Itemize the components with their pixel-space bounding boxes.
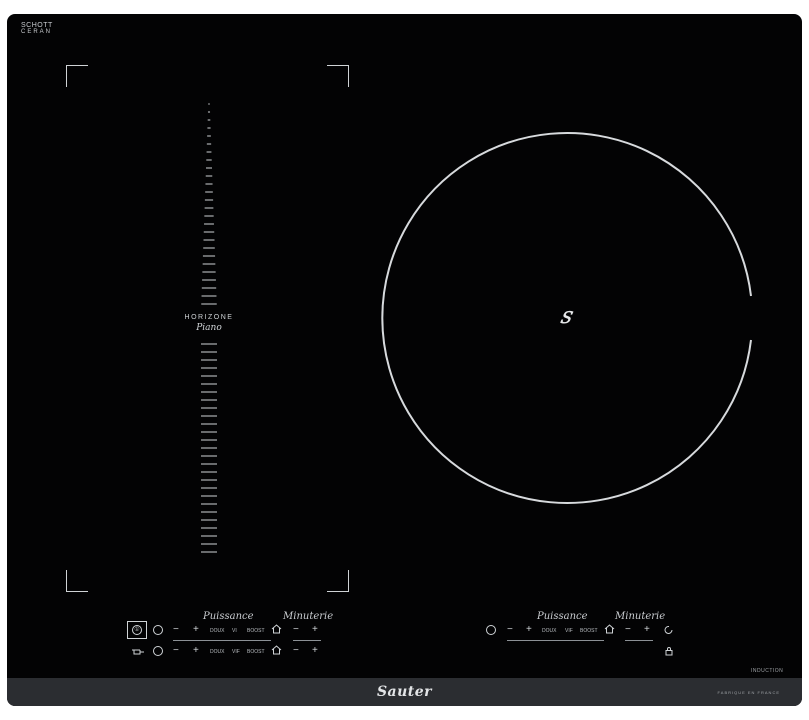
- left-row1-timer-bar: [293, 640, 321, 641]
- right-power-bar: [507, 640, 604, 641]
- refresh-icon[interactable]: [664, 625, 674, 635]
- zone-1-power-button[interactable]: [153, 625, 163, 635]
- left-row2-vif-button[interactable]: VIF: [232, 649, 240, 655]
- left-row2-minus-button[interactable]: −: [173, 646, 179, 656]
- left-puissance-title: Puissance: [203, 611, 254, 622]
- right-timer-bar: [625, 640, 653, 641]
- right-plus-button[interactable]: +: [526, 625, 532, 635]
- left-row2-boost-button[interactable]: BOOST: [247, 649, 265, 655]
- horizone-script: Piano: [196, 323, 222, 333]
- zone-select-frame-icon[interactable]: ①: [127, 621, 147, 639]
- keep-warm-icon-2[interactable]: [271, 645, 282, 655]
- left-row1-doux-button[interactable]: DOUX: [210, 628, 224, 634]
- left-row1-timer-minus-button[interactable]: −: [293, 625, 299, 635]
- lock-icon[interactable]: [665, 646, 674, 656]
- sauter-logo: Sauter: [376, 684, 433, 700]
- left-row1-power-bar: [173, 640, 271, 641]
- made-in-france-label: FABRIQUE EN FRANCE: [717, 690, 780, 695]
- right-doux-button[interactable]: DOUX: [542, 628, 556, 634]
- keep-warm-icon-3[interactable]: [604, 624, 615, 634]
- induction-label: INDUCTION: [751, 668, 784, 674]
- left-row2-timer-plus-button[interactable]: +: [312, 646, 318, 656]
- left-row2-doux-button[interactable]: DOUX: [210, 649, 224, 655]
- right-puissance-title: Puissance: [537, 611, 588, 622]
- left-minuterie-title: Minuterie: [283, 611, 334, 622]
- bottom-frame-strip: Sauter FABRIQUE EN FRANCE: [7, 678, 802, 706]
- horizone-label: HORIZONE: [184, 314, 234, 321]
- left-row1-vi-button[interactable]: VI: [232, 628, 237, 634]
- zone-3-power-button[interactable]: [486, 625, 496, 635]
- left-row2-plus-button[interactable]: +: [193, 646, 199, 656]
- pan-icon: [132, 649, 144, 655]
- left-row1-plus-button[interactable]: +: [193, 625, 199, 635]
- right-boost-button[interactable]: BOOST: [580, 628, 598, 634]
- left-row1-minus-button[interactable]: −: [173, 625, 179, 635]
- right-minuterie-title: Minuterie: [615, 611, 666, 622]
- left-row2-timer-minus-button[interactable]: −: [293, 646, 299, 656]
- left-row1-timer-plus-button[interactable]: +: [312, 625, 318, 635]
- cooking-zone-ring: [381, 132, 752, 504]
- right-timer-minus-button[interactable]: −: [625, 625, 631, 635]
- zone-2-power-button[interactable]: [153, 646, 163, 656]
- left-row1-boost-button[interactable]: BOOST: [247, 628, 265, 634]
- cooktop-glass-panel: SCHOTT CERAN HORIZONE Piano 𝑆 Puissance …: [7, 14, 802, 706]
- right-vif-button[interactable]: VIF: [565, 628, 573, 634]
- keep-warm-icon[interactable]: [271, 624, 282, 634]
- right-minus-button[interactable]: −: [507, 625, 513, 635]
- power-icon: ①: [132, 625, 142, 635]
- zone-center-mark: 𝑆: [560, 308, 571, 327]
- right-timer-plus-button[interactable]: +: [644, 625, 650, 635]
